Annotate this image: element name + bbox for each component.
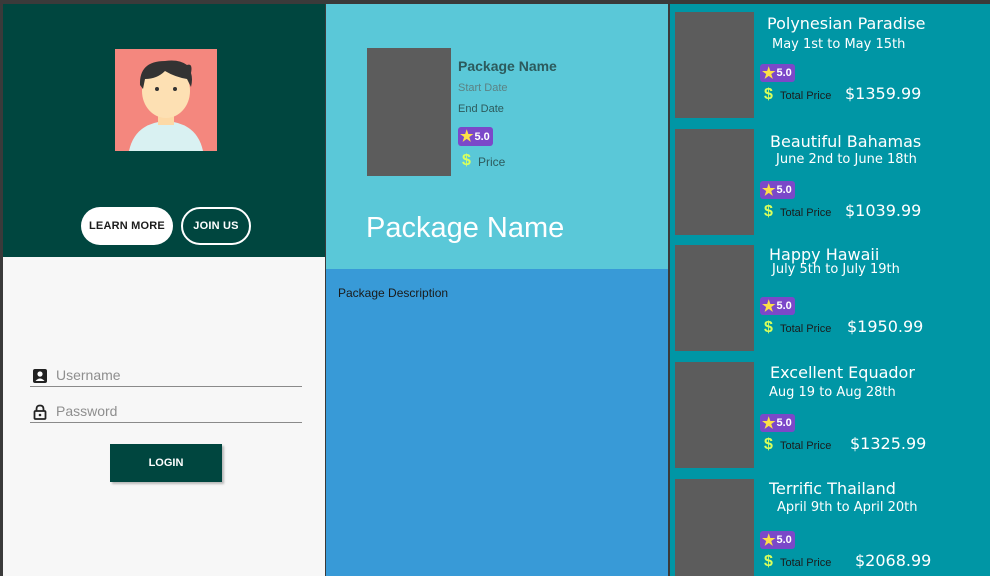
package-thumbnail [675,12,754,118]
password-field [30,401,302,423]
star-icon: ★ [762,297,776,315]
star-icon: ★ [762,64,776,82]
star-icon: ★ [460,128,474,145]
username-field [30,365,302,387]
list-item[interactable]: Terrific Thailand April 9th to April 20t… [670,473,990,576]
total-price-label: Total Price [780,440,832,452]
end-date: End Date [458,103,504,115]
total-price-label: Total Price [780,557,832,569]
package-dates: June 2nd to June 18th [776,152,917,167]
list-item[interactable]: Happy Hawaii July 5th to July 19th ★ 5.0… [670,239,990,355]
rating-badge: ★ 5.0 [760,64,795,82]
total-price: $1325.99 [850,434,927,453]
start-date: Start Date [458,82,508,94]
package-image [367,48,451,176]
star-icon: ★ [762,531,776,549]
dollar-icon: $ [764,553,773,570]
dollar-icon: $ [764,319,773,336]
dollar-icon: $ [462,152,471,169]
package-dates: May 1st to May 15th [772,37,906,52]
rating-badge: ★ 5.0 [760,181,795,199]
person-avatar [115,49,217,151]
package-thumbnail [675,362,754,468]
login-screen: LEARN MORE JOIN US LOGIN [3,4,325,576]
package-name: Polynesian Paradise [767,14,926,33]
total-price-label: Total Price [780,323,832,335]
package-dates: April 9th to April 20th [777,500,918,515]
package-title: Package Name [366,212,565,244]
package-thumbnail [675,479,754,576]
package-thumbnail [675,245,754,351]
package-thumbnail [675,129,754,235]
rating-value: 5.0 [474,130,490,143]
detail-header: Package Name Start Date End Date ★ 5.0 $… [326,4,668,269]
package-dates: Aug 19 to Aug 28th [769,385,896,400]
dollar-icon: $ [764,203,773,220]
rating-value: 5.0 [776,67,792,79]
package-dates: July 5th to July 19th [772,262,900,277]
dollar-icon: $ [764,86,773,103]
rating-badge: ★ 5.0 [760,531,795,549]
total-price-label: Total Price [780,90,832,102]
total-price: $1359.99 [845,84,922,103]
package-name: Excellent Equador [770,363,915,382]
star-icon: ★ [762,414,776,432]
lock-icon [33,404,47,420]
list-item[interactable]: Polynesian Paradise May 1st to May 15th … [670,6,990,122]
package-name: Terrific Thailand [769,479,896,498]
rating-value: 5.0 [776,184,792,196]
price-label: Price [478,155,506,169]
total-price: $2068.99 [855,551,932,570]
rating-value: 5.0 [776,300,792,312]
rating-badge: ★ 5.0 [458,127,493,146]
list-item[interactable]: Beautiful Bahamas June 2nd to June 18th … [670,123,990,239]
package-name: Package Name [458,58,557,74]
total-price-label: Total Price [780,207,832,219]
rating-value: 5.0 [776,534,792,546]
package-name: Beautiful Bahamas [770,132,922,151]
total-price: $1039.99 [845,201,922,220]
password-input[interactable] [56,401,296,421]
dollar-icon: $ [764,436,773,453]
rating-badge: ★ 5.0 [760,297,795,315]
learn-more-button[interactable]: LEARN MORE [81,207,173,245]
login-hero: LEARN MORE JOIN US [3,4,325,257]
package-detail-screen: Package Name Start Date End Date ★ 5.0 $… [326,4,668,576]
package-description: Package Description [338,286,449,300]
login-button[interactable]: LOGIN [110,444,222,482]
rating-badge: ★ 5.0 [760,414,795,432]
total-price: $1950.99 [847,317,924,336]
username-input[interactable] [56,365,296,385]
star-icon: ★ [762,181,776,199]
package-list-screen[interactable]: Polynesian Paradise May 1st to May 15th … [670,4,990,576]
account-box-icon [33,369,47,383]
join-us-button[interactable]: JOIN US [181,207,251,245]
rating-value: 5.0 [776,417,792,429]
list-item[interactable]: Excellent Equador Aug 19 to Aug 28th ★ 5… [670,356,990,472]
